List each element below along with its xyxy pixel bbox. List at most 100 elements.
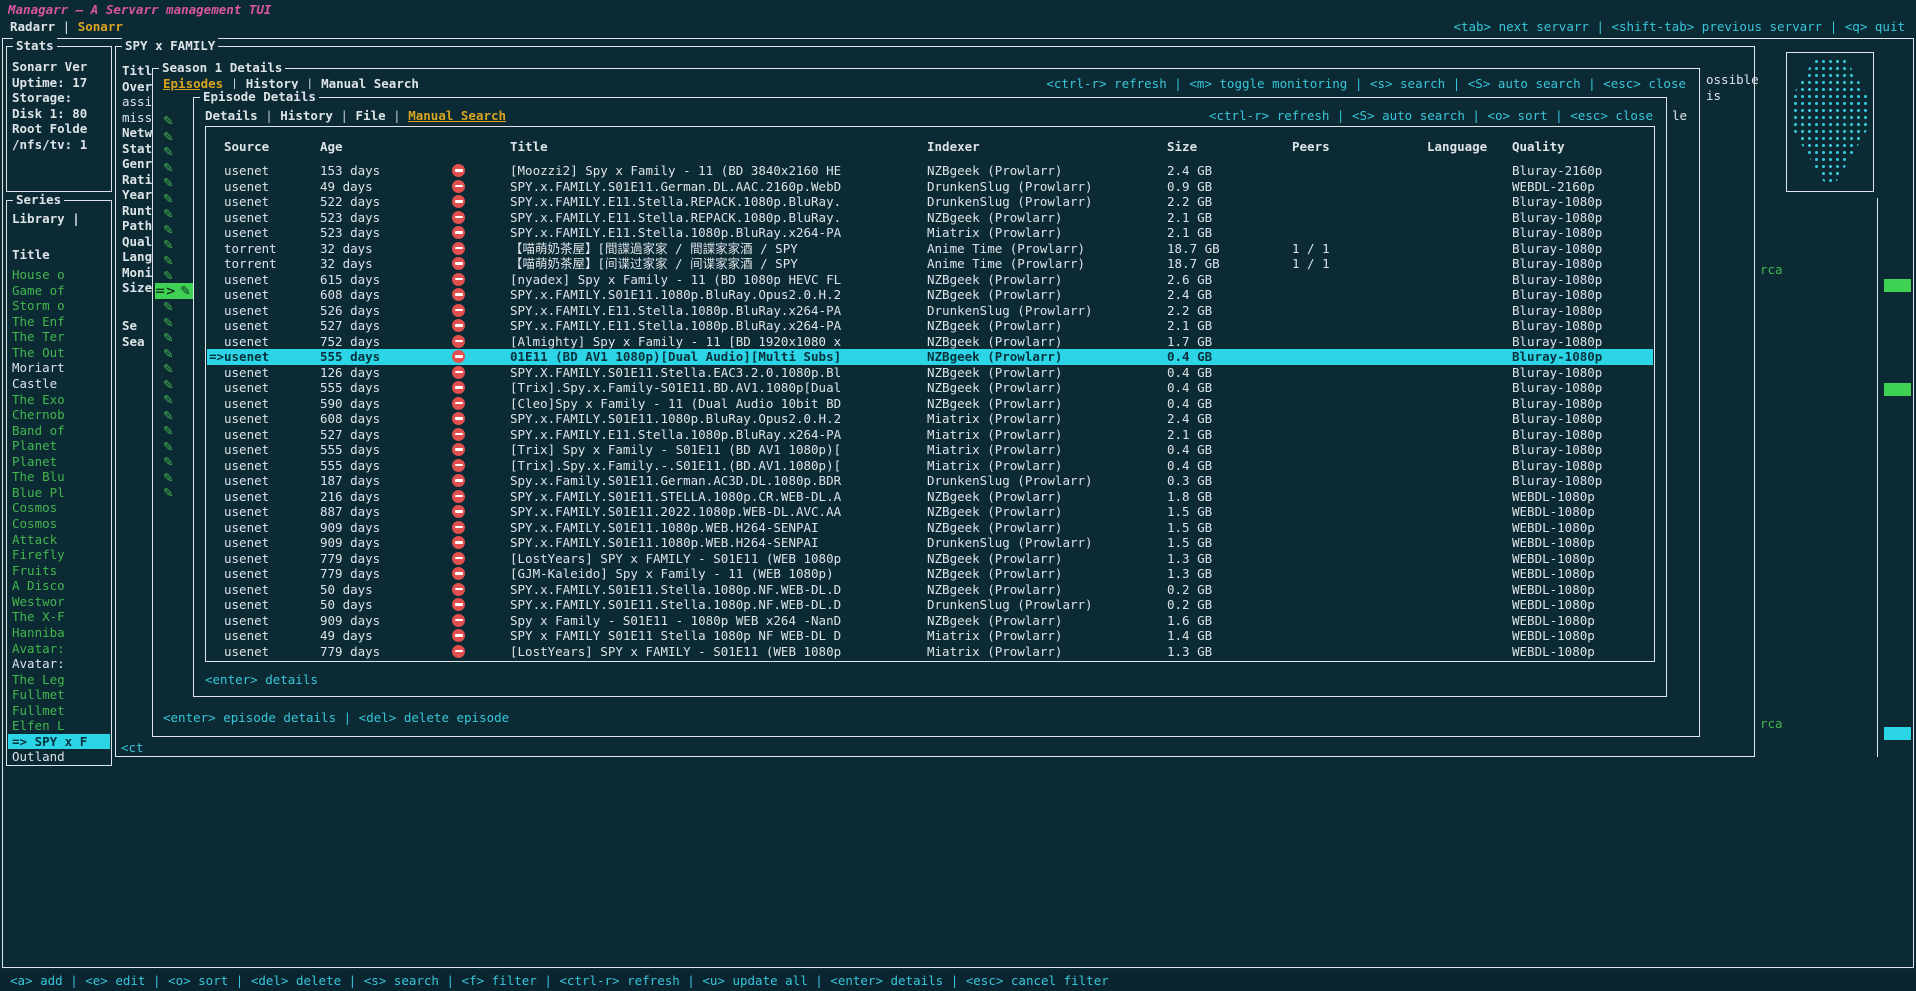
series-list-item[interactable]: Attack bbox=[8, 532, 110, 548]
search-result-row[interactable]: torrent32 days【喵萌奶茶屋】[間諜過家家 / 間諜家家酒 / SP… bbox=[207, 241, 1653, 257]
column-header-peers[interactable]: Peers bbox=[1292, 139, 1330, 154]
episode-monitored-icon[interactable]: ✎ bbox=[163, 129, 181, 145]
episode-monitored-icon[interactable]: ✎ bbox=[163, 253, 181, 269]
column-header-title[interactable]: Title bbox=[510, 139, 548, 154]
series-list-item[interactable]: Firefly bbox=[8, 547, 110, 563]
series-library-tab[interactable]: Library | bbox=[12, 211, 80, 226]
series-list-item[interactable]: Blue Pl bbox=[8, 485, 110, 501]
series-list-item[interactable]: The Blu bbox=[8, 469, 110, 485]
series-list-item[interactable]: Fruits bbox=[8, 563, 110, 579]
episode-monitored-icon[interactable]: ✎ bbox=[163, 454, 181, 470]
series-list-item[interactable]: Chernob bbox=[8, 407, 110, 423]
tab-details[interactable]: Details bbox=[205, 108, 258, 123]
series-list-item[interactable]: The Enf bbox=[8, 314, 110, 330]
search-result-row[interactable]: usenet50 daysSPY.x.FAMILY.S01E11.Stella.… bbox=[207, 582, 1653, 598]
episode-monitored-icon[interactable]: ✎ bbox=[163, 485, 181, 501]
search-result-row[interactable]: usenet555 days[Trix].Spy.x.Family-S01E11… bbox=[207, 380, 1653, 396]
episode-monitored-icon[interactable]: ✎ bbox=[163, 346, 181, 362]
episode-monitored-icon[interactable]: ✎ bbox=[163, 439, 181, 455]
search-result-row[interactable]: usenet615 days[nyadex] Spy x Family - 11… bbox=[207, 272, 1653, 288]
series-list-item[interactable]: Hanniba bbox=[8, 625, 110, 641]
series-list-item[interactable]: Castle bbox=[8, 376, 110, 392]
series-list-item[interactable]: Cosmos bbox=[8, 516, 110, 532]
series-list-item[interactable]: The Exo bbox=[8, 392, 110, 408]
episode-monitored-icon[interactable]: ✎ bbox=[163, 206, 181, 222]
episode-monitored-icon[interactable]: ✎ bbox=[163, 160, 181, 176]
episode-monitored-icon[interactable]: ✎ bbox=[163, 377, 181, 393]
episode-monitored-icon[interactable]: ✎ bbox=[163, 113, 181, 129]
tab-file[interactable]: File bbox=[356, 108, 386, 123]
episode-monitored-icon[interactable]: ✎ bbox=[163, 299, 181, 315]
series-list-item[interactable]: Westwor bbox=[8, 594, 110, 610]
episode-monitored-icon[interactable]: ✎ bbox=[163, 268, 181, 284]
tab-history[interactable]: History bbox=[280, 108, 333, 123]
search-result-row[interactable]: usenet909 daysSpy x Family - S01E11 - 10… bbox=[207, 613, 1653, 629]
series-list-item[interactable]: Avatar: bbox=[8, 656, 110, 672]
series-list-item[interactable]: The Out bbox=[8, 345, 110, 361]
series-list-item[interactable]: A Disco bbox=[8, 578, 110, 594]
column-header-source[interactable]: Source bbox=[224, 139, 269, 154]
episode-monitored-icon[interactable]: ✎ bbox=[163, 237, 181, 253]
episode-monitored-icon[interactable]: ✎ bbox=[163, 222, 181, 238]
series-list-item[interactable]: Outland bbox=[8, 749, 110, 765]
search-result-row[interactable]: torrent32 days【喵萌奶茶屋】[间谍过家家 / 间谍家家酒 / SP… bbox=[207, 256, 1653, 272]
series-list-item[interactable]: Band of bbox=[8, 423, 110, 439]
series-list-item[interactable]: Planet bbox=[8, 438, 110, 454]
column-header-language[interactable]: Language bbox=[1427, 139, 1487, 154]
search-result-row[interactable]: usenet216 daysSPY.x.FAMILY.S01E11.STELLA… bbox=[207, 489, 1653, 505]
search-result-row[interactable]: usenet887 daysSPY.x.FAMILY.S01E11.2022.1… bbox=[207, 504, 1653, 520]
search-result-row[interactable]: usenet752 days[Almighty] Spy x Family - … bbox=[207, 334, 1653, 350]
search-result-row[interactable]: usenet779 days[GJM-Kaleido] Spy x Family… bbox=[207, 566, 1653, 582]
series-list-item[interactable]: Fullmet bbox=[8, 703, 110, 719]
episode-monitored-icon[interactable]: ✎ bbox=[163, 470, 181, 486]
episode-monitored-icon[interactable]: ✎ bbox=[163, 408, 181, 424]
search-result-row[interactable]: usenet909 daysSPY.x.FAMILY.S01E11.1080p.… bbox=[207, 520, 1653, 536]
series-list-item[interactable]: The Ter bbox=[8, 329, 110, 345]
series-list-item[interactable]: The Leg bbox=[8, 672, 110, 688]
episode-monitored-icon[interactable]: ✎ bbox=[163, 191, 181, 207]
series-list-item[interactable]: The X-F bbox=[8, 609, 110, 625]
search-result-row[interactable]: usenet50 daysSPY.x.FAMILY.S01E11.Stella.… bbox=[207, 597, 1653, 613]
series-list-item[interactable]: Storm o bbox=[8, 298, 110, 314]
tab-sonarr[interactable]: Sonarr bbox=[78, 19, 123, 34]
series-list-item[interactable]: Fullmet bbox=[8, 687, 110, 703]
search-result-row[interactable]: usenet49 daysSPY.x.FAMILY.S01E11.German.… bbox=[207, 179, 1653, 195]
episode-monitored-icon[interactable]: ✎ bbox=[163, 361, 181, 377]
series-list-item[interactable]: Avatar: bbox=[8, 641, 110, 657]
column-header-size[interactable]: Size bbox=[1167, 139, 1197, 154]
search-result-row[interactable]: usenet909 daysSPY.x.FAMILY.S01E11.1080p.… bbox=[207, 535, 1653, 551]
search-result-row[interactable]: usenet555 days[Trix] Spy x Family - S01E… bbox=[207, 442, 1653, 458]
search-result-row[interactable]: usenet522 daysSPY.x.FAMILY.E11.Stella.RE… bbox=[207, 194, 1653, 210]
series-list-item[interactable]: Game of bbox=[8, 283, 110, 299]
search-result-row[interactable]: usenet608 daysSPY.x.FAMILY.S01E11.1080p.… bbox=[207, 411, 1653, 427]
tab-manual-search[interactable]: Manual Search bbox=[408, 108, 506, 123]
episode-monitored-icon[interactable]: ✎ bbox=[163, 144, 181, 160]
search-result-row[interactable]: usenet523 daysSPY.x.FAMILY.E11.Stella.RE… bbox=[207, 210, 1653, 226]
search-result-row[interactable]: usenet555 days[Trix].Spy.x.Family.-.S01E… bbox=[207, 458, 1653, 474]
search-result-row[interactable]: usenet779 days[LostYears] SPY x FAMILY -… bbox=[207, 644, 1653, 660]
column-header-quality[interactable]: Quality bbox=[1512, 139, 1565, 154]
search-result-row[interactable]: usenet49 daysSPY x FAMILY S01E11 Stella … bbox=[207, 628, 1653, 644]
search-result-row[interactable]: usenet608 daysSPY.x.FAMILY.S01E11.1080p.… bbox=[207, 287, 1653, 303]
episode-monitored-icon[interactable]: ✎ bbox=[163, 423, 181, 439]
search-result-row[interactable]: usenet526 daysSPY.x.FAMILY.E11.Stella.10… bbox=[207, 303, 1653, 319]
column-header-age[interactable]: Age bbox=[320, 139, 343, 154]
episode-monitored-icon[interactable]: ✎ bbox=[163, 330, 181, 346]
tab-manual-search[interactable]: Manual Search bbox=[321, 76, 419, 91]
episode-monitored-icon[interactable]: ✎ bbox=[163, 392, 181, 408]
search-result-row[interactable]: usenet779 days[LostYears] SPY x FAMILY -… bbox=[207, 551, 1653, 567]
episode-monitored-icon[interactable]: ✎ bbox=[163, 175, 181, 191]
episode-monitored-icon[interactable]: ✎ bbox=[163, 315, 181, 331]
search-result-row[interactable]: usenet153 days[Moozzi2] Spy x Family - 1… bbox=[207, 163, 1653, 179]
search-result-row[interactable]: usenet126 daysSPY.X.FAMILY.S01E11.Stella… bbox=[207, 365, 1653, 381]
search-result-row[interactable]: usenet527 daysSPY.x.FAMILY.E11.Stella.10… bbox=[207, 318, 1653, 334]
series-list-item[interactable]: Planet bbox=[8, 454, 110, 470]
search-result-row[interactable]: usenet187 daysSpy.x.Family.S01E11.German… bbox=[207, 473, 1653, 489]
selected-episode-row[interactable]: => ✎ bbox=[155, 283, 194, 299]
search-result-row[interactable]: => usenet555 days01E11 (BD AV1 1080p)[Du… bbox=[207, 349, 1653, 365]
series-list-item[interactable]: => SPY x F bbox=[8, 734, 110, 750]
series-list-item[interactable]: House o bbox=[8, 267, 110, 283]
search-result-row[interactable]: usenet590 days[Cleo]Spy x Family - 11 (D… bbox=[207, 396, 1653, 412]
series-list-item[interactable]: Cosmos bbox=[8, 500, 110, 516]
tab-radarr[interactable]: Radarr bbox=[10, 19, 55, 34]
